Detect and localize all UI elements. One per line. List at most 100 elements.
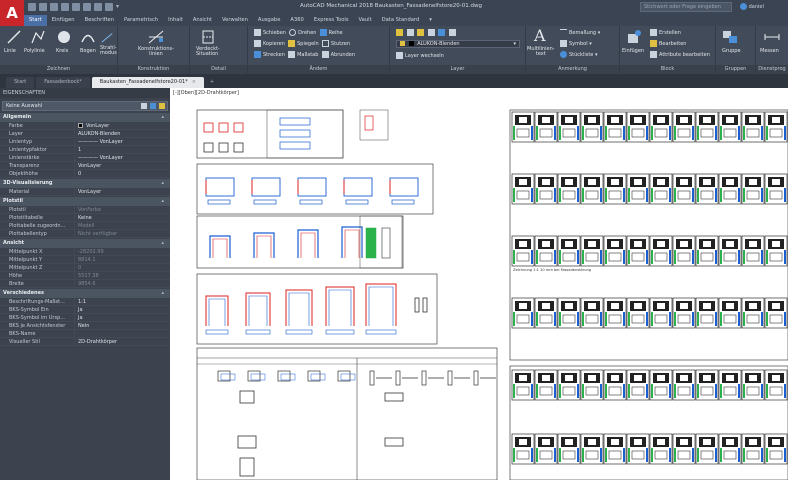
- ribbon-tab[interactable]: Einfügen: [47, 15, 80, 26]
- scale-button[interactable]: Maßstab: [288, 51, 318, 58]
- ribbon-more-icon[interactable]: ▾: [424, 15, 437, 26]
- drawing-canvas[interactable]: [-][Oben][2D-Drahtkörper] Zeichnung 1:1 …: [170, 88, 788, 480]
- open-icon[interactable]: [39, 3, 47, 11]
- ribbon-tab[interactable]: Inhalt: [163, 15, 188, 26]
- property-row[interactable]: Mittelpunkt Z 0: [0, 264, 170, 272]
- property-value[interactable]: Nein: [74, 322, 170, 329]
- collapse-icon[interactable]: ▴: [161, 113, 164, 122]
- layer-match-icon[interactable]: [438, 29, 446, 36]
- ribbon-tab[interactable]: A360: [285, 15, 308, 26]
- new-icon[interactable]: [28, 3, 36, 11]
- property-value[interactable]: VonLayer: [74, 188, 170, 195]
- collapse-icon[interactable]: ▴: [161, 179, 164, 188]
- partslist-button[interactable]: Stückliste ▾: [560, 51, 597, 58]
- move-button[interactable]: Schieben: [254, 29, 286, 36]
- layer-lock-icon[interactable]: [427, 29, 435, 36]
- mirror-button[interactable]: Spiegeln: [288, 40, 319, 47]
- group-label-konstruktion[interactable]: Konstruktion: [118, 65, 189, 74]
- ribbon-tab[interactable]: Beschriften: [80, 15, 119, 26]
- edit-block-button[interactable]: Bearbeiten: [650, 40, 686, 47]
- property-value[interactable]: -28202.99: [74, 248, 170, 255]
- property-value[interactable]: 2D-Drahtkörper: [74, 338, 170, 345]
- document-tab[interactable]: Start: [6, 77, 35, 88]
- stretch-button[interactable]: Strecken: [254, 51, 285, 58]
- selection-dropdown[interactable]: Keine Auswahl ▾: [2, 101, 168, 111]
- property-row[interactable]: Linientypfaktor 1: [0, 146, 170, 154]
- property-row[interactable]: Transparenz VonLayer: [0, 162, 170, 170]
- property-row[interactable]: Plotstil VonFarbe: [0, 206, 170, 214]
- insert-button[interactable]: Einfügen: [622, 48, 644, 54]
- property-row[interactable]: BKS je Ansichtsfenster Nein: [0, 322, 170, 330]
- ribbon-tab[interactable]: Vault: [354, 15, 377, 26]
- ribbon-tab[interactable]: Ansicht: [188, 15, 217, 26]
- array-button[interactable]: Reihe: [319, 29, 343, 36]
- group-label-gruppen[interactable]: Gruppen: [716, 65, 755, 74]
- property-row[interactable]: Mittelpunkt X -28202.99: [0, 248, 170, 256]
- property-row[interactable]: Mittelpunkt Y 8814.1: [0, 256, 170, 264]
- property-value[interactable]: ALUKON-Blenden: [74, 130, 170, 137]
- line-button[interactable]: Linie: [4, 48, 16, 54]
- document-tab[interactable]: Fassadenbock*: [36, 77, 90, 88]
- fillet-button[interactable]: Abrunden: [321, 51, 355, 58]
- property-row[interactable]: Visueller Stil 2D-Drahtkörper: [0, 338, 170, 346]
- property-row[interactable]: Höhe 5517.38: [0, 272, 170, 280]
- user-account[interactable]: daniel: [740, 2, 764, 12]
- ribbon-tab[interactable]: Start: [24, 15, 47, 26]
- property-row[interactable]: Beschriftungs-Maßst... 1:1: [0, 298, 170, 306]
- property-value[interactable]: 1: [74, 146, 170, 153]
- qat-dropdown-icon[interactable]: ▾: [116, 3, 121, 11]
- construction-lines-button[interactable]: Konstruktions- linien: [138, 47, 174, 57]
- arc-button[interactable]: Bogen: [80, 48, 96, 54]
- hidden-situation-button[interactable]: Verdeckt- Situation: [196, 47, 220, 57]
- search-input[interactable]: Stichwort oder Frage eingeben: [640, 2, 732, 12]
- polyline-button[interactable]: Polylinie: [24, 48, 45, 54]
- create-block-button[interactable]: Erstellen: [650, 29, 681, 36]
- group-label-zeichnen[interactable]: Zeichnen: [0, 65, 117, 74]
- property-value[interactable]: [74, 330, 170, 337]
- group-label-aendern[interactable]: Ändern: [248, 65, 389, 74]
- property-value[interactable]: VonLayer: [74, 122, 170, 129]
- document-tab[interactable]: Baukasten_Fassadenelfstore20-01* ×: [91, 77, 204, 88]
- copy-button[interactable]: Kopieren: [254, 40, 285, 47]
- rotate-button[interactable]: Drehen: [289, 29, 316, 36]
- property-section-header[interactable]: Verschiedenes ▴: [0, 289, 170, 298]
- property-value[interactable]: Ja: [74, 306, 170, 313]
- property-row[interactable]: Linientyp ———— VonLayer: [0, 138, 170, 146]
- save-icon[interactable]: [50, 3, 58, 11]
- property-value[interactable]: VonFarbe: [74, 206, 170, 213]
- group-label-detail[interactable]: Detail: [190, 65, 247, 74]
- save-as-icon[interactable]: [61, 3, 69, 11]
- group-label-block[interactable]: Block: [620, 65, 715, 74]
- layer-properties-icon[interactable]: [396, 29, 403, 36]
- property-section-header[interactable]: Ansicht ▴: [0, 239, 170, 248]
- property-value[interactable]: 5517.38: [74, 272, 170, 279]
- new-tab-icon[interactable]: +: [206, 77, 218, 88]
- trim-button[interactable]: Stutzen: [321, 40, 350, 47]
- group-button[interactable]: Gruppe: [722, 48, 741, 54]
- edit-attributes-button[interactable]: Attribute bearbeiten: [650, 51, 710, 58]
- property-value[interactable]: Keine: [74, 214, 170, 221]
- share-icon[interactable]: [105, 3, 113, 11]
- property-value[interactable]: ———— VonLayer: [74, 154, 170, 161]
- property-value[interactable]: VonLayer: [74, 162, 170, 169]
- undo-icon[interactable]: [83, 3, 91, 11]
- quick-select-icon[interactable]: [159, 103, 165, 109]
- application-menu-button[interactable]: A: [0, 0, 24, 26]
- measure-button[interactable]: Messen: [760, 48, 779, 54]
- property-row[interactable]: BKS-Symbol Ein Ja: [0, 306, 170, 314]
- toggle-pickadd-icon[interactable]: [141, 103, 147, 109]
- property-value[interactable]: 0: [74, 264, 170, 271]
- property-row[interactable]: BKS-Name: [0, 330, 170, 338]
- property-value[interactable]: Nicht verfügbar: [74, 230, 170, 237]
- property-section-header[interactable]: Allgemein ▴: [0, 113, 170, 122]
- layer-switch-button[interactable]: Layer wechseln: [396, 52, 444, 59]
- layer-freeze-icon[interactable]: [417, 29, 425, 36]
- multiline-text-button[interactable]: Multilinien- text: [527, 47, 555, 57]
- property-value[interactable]: Ja: [74, 314, 170, 321]
- property-value[interactable]: Modell: [74, 222, 170, 229]
- property-row[interactable]: Plottabellentyp Nicht verfügbar: [0, 230, 170, 238]
- ribbon-tab[interactable]: Express Tools: [309, 15, 354, 26]
- select-objects-icon[interactable]: [150, 103, 156, 109]
- close-icon[interactable]: ×: [192, 79, 196, 85]
- property-row[interactable]: Layer ALUKON-Blenden: [0, 130, 170, 138]
